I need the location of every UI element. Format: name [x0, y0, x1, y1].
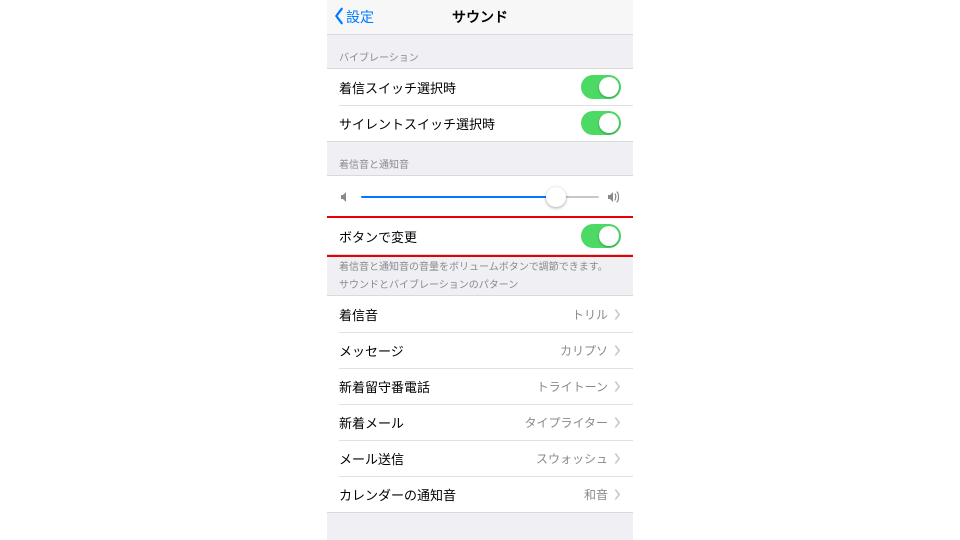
row-value: カリプソ	[560, 342, 608, 359]
row-pattern[interactable]: メール送信スウォッシュ	[327, 440, 633, 476]
row-value: スウォッシュ	[536, 450, 608, 467]
section-header-ringer: 着信音と通知音	[327, 142, 633, 175]
chevron-right-icon	[614, 489, 621, 500]
row-pattern[interactable]: 新着メールタイプライター	[327, 404, 633, 440]
settings-sound-screen: 設定 サウンド バイブレーション 着信スイッチ選択時 サイレントスイッチ選択時 …	[327, 0, 633, 540]
toggle-change-with-buttons[interactable]	[581, 224, 621, 248]
nav-bar: 設定 サウンド	[327, 0, 633, 35]
section-footer-ringer: 着信音と通知音の音量をボリュームボタンで調節できます。	[327, 255, 633, 277]
toggle-silent-switch[interactable]	[581, 111, 621, 135]
row-label: 新着メール	[339, 413, 524, 432]
row-ring-switch[interactable]: 着信スイッチ選択時	[327, 68, 633, 105]
row-pattern[interactable]: 着信音トリル	[327, 295, 633, 332]
row-value: 和音	[584, 486, 608, 503]
volume-slider[interactable]	[361, 187, 599, 207]
chevron-right-icon	[614, 345, 621, 356]
back-label: 設定	[346, 7, 374, 27]
row-value: トリル	[572, 306, 608, 323]
row-change-with-buttons[interactable]: ボタンで変更	[327, 218, 633, 255]
row-silent-switch[interactable]: サイレントスイッチ選択時	[327, 105, 633, 142]
speaker-low-icon	[339, 190, 353, 204]
row-label: サイレントスイッチ選択時	[339, 114, 581, 133]
row-value: トライトーン	[537, 378, 608, 395]
toggle-ring-switch[interactable]	[581, 75, 621, 99]
patterns-list: 着信音トリルメッセージカリプソ新着留守番電話トライトーン新着メールタイプライター…	[327, 295, 633, 513]
section-header-vibration: バイブレーション	[327, 35, 633, 68]
row-label: 新着留守番電話	[339, 377, 537, 396]
speaker-high-icon	[607, 190, 621, 204]
row-label: 着信音	[339, 305, 572, 324]
row-volume-slider	[327, 175, 633, 218]
row-label: カレンダーの通知音	[339, 485, 584, 504]
row-label: ボタンで変更	[339, 227, 581, 246]
row-label: メール送信	[339, 449, 536, 468]
row-label: 着信スイッチ選択時	[339, 78, 581, 97]
row-pattern[interactable]: メッセージカリプソ	[327, 332, 633, 368]
chevron-left-icon	[333, 7, 346, 28]
row-pattern[interactable]: 新着留守番電話トライトーン	[327, 368, 633, 404]
chevron-right-icon	[614, 417, 621, 428]
section-header-patterns: サウンドとバイブレーションのパターン	[327, 277, 633, 295]
back-button[interactable]: 設定	[333, 0, 374, 34]
row-pattern[interactable]: カレンダーの通知音和音	[327, 476, 633, 513]
chevron-right-icon	[614, 453, 621, 464]
chevron-right-icon	[614, 309, 621, 320]
row-label: メッセージ	[339, 341, 560, 360]
row-value: タイプライター	[524, 414, 608, 431]
chevron-right-icon	[614, 381, 621, 392]
